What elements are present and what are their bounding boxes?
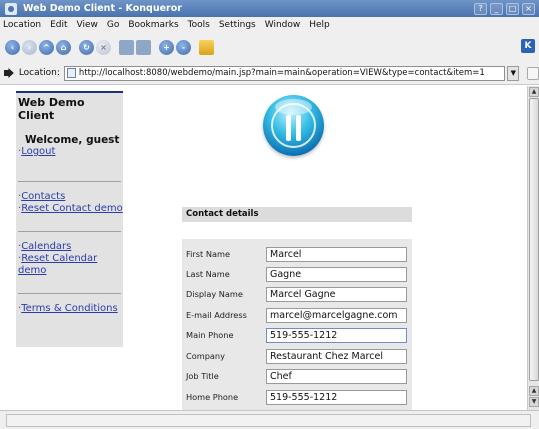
reset-contact-demo-link[interactable]: Reset Contact demo [21, 203, 123, 214]
url-input[interactable]: http://localhost:8080/webdemo/main.jsp?m… [63, 65, 506, 81]
forward-icon[interactable]: › [22, 39, 37, 55]
konqueror-app-icon[interactable] [5, 2, 17, 15]
last-name-field[interactable]: Gagne [266, 266, 407, 282]
logout-link[interactable]: Logout [21, 146, 55, 157]
reset-calendar-item: ·Reset Calendar demo [16, 253, 123, 277]
status-text-area [6, 414, 531, 427]
konqueror-logo-icon: K [521, 39, 535, 53]
webdemo-logo-icon [263, 95, 324, 156]
company-label: Company [186, 351, 225, 361]
scroll-up-lower-icon[interactable]: ▲ [529, 386, 539, 396]
close-button[interactable]: × [522, 2, 535, 15]
find-icon[interactable] [136, 39, 151, 55]
help-button[interactable]: ? [474, 2, 487, 15]
window-title: Web Demo Client - Konqueror [23, 3, 182, 14]
main-toolbar: ‹ › ^ ⌂ ↻ × + - [0, 32, 539, 62]
welcome-text: Welcome, guest [25, 134, 120, 146]
sidebar: Web Demo Client Welcome, guest ·Logout ·… [16, 91, 123, 347]
maximize-button[interactable]: □ [506, 2, 519, 15]
print-icon[interactable] [119, 39, 134, 55]
contact-form: First Name Marcel Last Name Gagne Displa… [182, 239, 412, 410]
last-name-label: Last Name [186, 269, 230, 279]
status-bar [0, 410, 539, 429]
form-row-home-phone: Home Phone 519-555-1212 [182, 387, 412, 407]
scroll-up-icon[interactable]: ▲ [529, 87, 539, 97]
form-row-last-name: Last Name Gagne [182, 264, 412, 284]
form-row-first-name: First Name Marcel [182, 244, 412, 264]
go-icon[interactable] [527, 66, 539, 80]
form-row-job-title: Job Title Chef [182, 366, 412, 386]
back-icon[interactable]: ‹ [5, 39, 20, 55]
menu-tools[interactable]: Tools [188, 20, 210, 30]
main-phone-field[interactable]: 519-555-1212 [266, 327, 407, 343]
location-bar: Location: http://localhost:8080/webdemo/… [0, 62, 539, 85]
reset-calendar-demo-link[interactable]: Reset Calendar demo [18, 253, 97, 276]
location-label: Location: [18, 68, 60, 78]
menu-window[interactable]: Window [265, 20, 301, 30]
home-phone-field[interactable]: 519-555-1212 [266, 389, 407, 405]
form-row-display-name: Display Name Marcel Gagne [182, 284, 412, 304]
form-row-company: Company Restaurant Chez Marcel [182, 346, 412, 366]
form-row-main-phone: Main Phone 519-555-1212 [182, 325, 412, 345]
company-field[interactable]: Restaurant Chez Marcel [266, 348, 407, 364]
url-dropdown-icon[interactable]: ▼ [507, 65, 520, 81]
menu-bar: Location Edit View Go Bookmarks Tools Se… [0, 17, 539, 32]
reload-icon[interactable]: ↻ [79, 39, 94, 55]
up-icon[interactable]: ^ [39, 39, 54, 55]
contact-details-heading: Contact details [182, 207, 412, 222]
display-name-field[interactable]: Marcel Gagne [266, 286, 407, 302]
zoom-out-icon[interactable]: - [176, 39, 191, 55]
sidebar-title: Web Demo Client [18, 96, 85, 122]
display-name-label: Display Name [186, 289, 243, 299]
menu-help[interactable]: Help [309, 20, 330, 30]
reset-contact-item: ·Reset Contact demo [16, 203, 123, 215]
terms-conditions-link[interactable]: Terms & Conditions [21, 303, 118, 314]
minimize-button[interactable]: _ [490, 2, 503, 15]
job-title-label: Job Title [186, 371, 219, 381]
page-content: Web Demo Client Welcome, guest ·Logout ·… [0, 86, 527, 410]
calendars-item: ·Calendars [16, 241, 123, 253]
email-field[interactable]: marcel@marcelgagne.com [266, 307, 407, 323]
contacts-item: ·Contacts [16, 191, 123, 203]
calendars-link[interactable]: Calendars [21, 241, 71, 252]
menu-edit[interactable]: Edit [50, 20, 67, 30]
url-text: http://localhost:8080/webdemo/main.jsp?m… [78, 68, 485, 78]
contacts-link[interactable]: Contacts [21, 191, 65, 202]
menu-settings[interactable]: Settings [219, 20, 256, 30]
menu-bookmarks[interactable]: Bookmarks [128, 20, 178, 30]
menu-go[interactable]: Go [107, 20, 119, 30]
job-title-field[interactable]: Chef [266, 368, 407, 384]
home-phone-label: Home Phone [186, 392, 239, 402]
form-row-email: E-mail Address marcel@marcelgagne.com [182, 305, 412, 325]
first-name-label: First Name [186, 249, 230, 259]
security-lock-icon[interactable] [199, 39, 214, 55]
menu-view[interactable]: View [77, 20, 98, 30]
stop-icon[interactable]: × [96, 39, 111, 55]
window-titlebar: Web Demo Client - Konqueror ? _ □ × [0, 0, 539, 17]
menu-location[interactable]: Location [3, 20, 41, 30]
first-name-field[interactable]: Marcel [266, 246, 407, 262]
main-phone-label: Main Phone [186, 330, 234, 340]
home-icon[interactable]: ⌂ [56, 39, 71, 55]
vertical-scrollbar[interactable]: ▲ ▲ ▼ [527, 86, 539, 410]
zoom-in-icon[interactable]: + [159, 39, 174, 55]
clear-location-icon[interactable] [4, 68, 14, 78]
scroll-down-icon[interactable]: ▼ [529, 397, 539, 407]
scrollbar-thumb[interactable] [529, 98, 539, 381]
page-icon [66, 68, 76, 78]
email-label: E-mail Address [186, 310, 247, 320]
logout-item: ·Logout [16, 146, 123, 158]
terms-item: ·Terms & Conditions [16, 303, 123, 315]
